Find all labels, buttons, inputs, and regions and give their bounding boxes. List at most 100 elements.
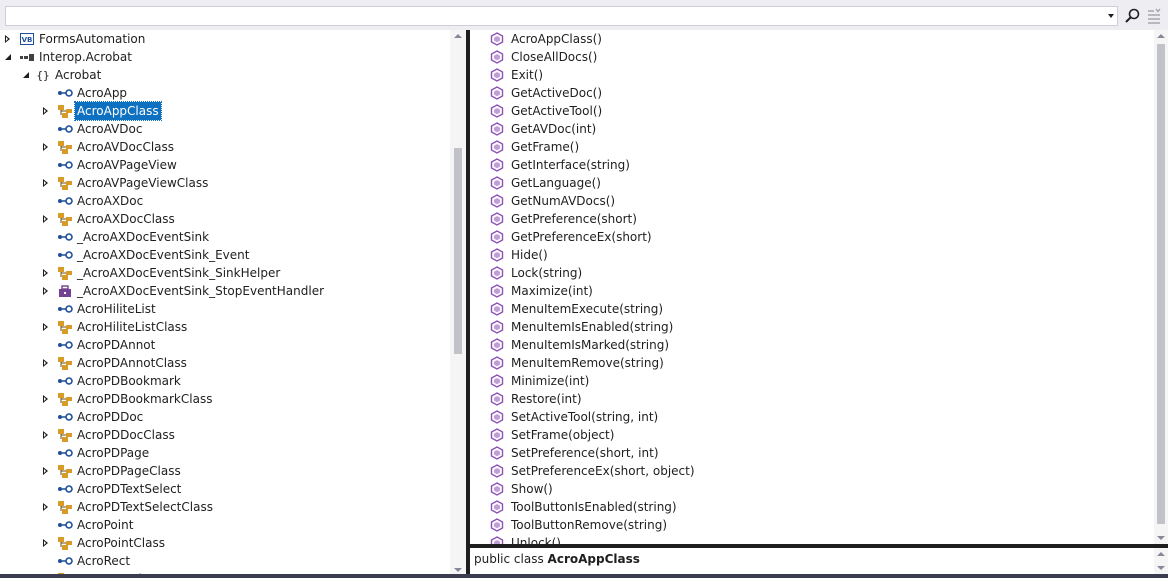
tree-item-acroapp[interactable]: AcroApp: [0, 84, 450, 102]
expand-arrow-icon[interactable]: [2, 30, 14, 48]
tree-item-acroaxdoceventsink-stopeventhandler[interactable]: _AcroAXDocEventSink_StopEventHandler: [0, 282, 450, 300]
scroll-down-icon[interactable]: [1157, 566, 1165, 570]
tree-item-acropdpageclass[interactable]: AcroPDPageClass: [0, 462, 450, 480]
member-menuitemisenabled-string[interactable]: MenuItemIsEnabled(string): [470, 318, 1150, 336]
expand-arrow-icon[interactable]: [40, 462, 52, 480]
tree-item-acropoint[interactable]: AcroPoint: [0, 516, 450, 534]
members-vertical-scrollbar[interactable]: [1154, 30, 1168, 544]
member-label: SetPreference(short, int): [511, 446, 659, 460]
member-toolbuttonremove-string[interactable]: ToolButtonRemove(string): [470, 516, 1150, 534]
tree-item-acropdannot[interactable]: AcroPDAnnot: [0, 336, 450, 354]
member-lock-string[interactable]: Lock(string): [470, 264, 1150, 282]
collapse-arrow-icon[interactable]: [2, 48, 14, 66]
member-exit[interactable]: Exit(): [470, 66, 1150, 84]
member-getnumavdocs[interactable]: GetNumAVDocs(): [470, 192, 1150, 210]
search-combobox[interactable]: [5, 6, 1118, 26]
member-setactivetool-string-int[interactable]: SetActiveTool(string, int): [470, 408, 1150, 426]
tree-item-acropdtextselect[interactable]: AcroPDTextSelect: [0, 480, 450, 498]
member-setframe-object[interactable]: SetFrame(object): [470, 426, 1150, 444]
member-setpreference-short-int[interactable]: SetPreference(short, int): [470, 444, 1150, 462]
scroll-up-icon[interactable]: [454, 34, 462, 38]
member-maximize-int[interactable]: Maximize(int): [470, 282, 1150, 300]
member-menuitemremove-string[interactable]: MenuItemRemove(string): [470, 354, 1150, 372]
member-closealldocs[interactable]: CloseAllDocs(): [470, 48, 1150, 66]
tree-vertical-scrollbar[interactable]: [450, 30, 466, 578]
tree-item-acroaxdoc[interactable]: AcroAXDoc: [0, 192, 450, 210]
expand-arrow-icon[interactable]: [40, 138, 52, 156]
expand-arrow-icon[interactable]: [40, 282, 52, 300]
tree-item-acroappclass[interactable]: AcroAppClass: [0, 101, 450, 121]
objects-tree[interactable]: VB FormsAutomation Interop.Acrobat {} Acroba…: [0, 30, 466, 578]
tree-item-acropdbookmark[interactable]: AcroPDBookmark: [0, 372, 450, 390]
member-acroappclass[interactable]: AcroAppClass(): [470, 30, 1150, 48]
tree-item-acrohilitelistclass[interactable]: AcroHiliteListClass: [0, 318, 450, 336]
expand-arrow-icon[interactable]: [40, 210, 52, 228]
scroll-up-icon[interactable]: [1157, 552, 1165, 556]
member-show[interactable]: Show(): [470, 480, 1150, 498]
member-getpreference-short[interactable]: GetPreference(short): [470, 210, 1150, 228]
tree-item-acropdannotclass[interactable]: AcroPDAnnotClass: [0, 354, 450, 372]
member-setpreferenceex-short-object[interactable]: SetPreferenceEx(short, object): [470, 462, 1150, 480]
expand-arrow-icon[interactable]: [40, 390, 52, 408]
tree-item-acrobat[interactable]: {} Acrobat: [0, 66, 450, 84]
tree-item-acropddoc[interactable]: AcroPDDoc: [0, 408, 450, 426]
class-icon: [57, 427, 73, 443]
member-toolbuttonisenabled-string[interactable]: ToolButtonIsEnabled(string): [470, 498, 1150, 516]
member-minimize-int[interactable]: Minimize(int): [470, 372, 1150, 390]
members-list[interactable]: AcroAppClass() CloseAllDocs() Exit() GetAct…: [470, 30, 1154, 544]
member-getavdoc-int[interactable]: GetAVDoc(int): [470, 120, 1150, 138]
tree-item-acropdbookmarkclass[interactable]: AcroPDBookmarkClass: [0, 390, 450, 408]
scroll-up-icon[interactable]: [1157, 34, 1165, 38]
tree-item-acropdtextselectclass[interactable]: AcroPDTextSelectClass: [0, 498, 450, 516]
search-input[interactable]: [8, 8, 1098, 24]
member-getframe[interactable]: GetFrame(): [470, 138, 1150, 156]
tree-item-acroaxdoceventsink-event[interactable]: _AcroAXDocEventSink_Event: [0, 246, 450, 264]
scroll-thumb[interactable]: [454, 148, 462, 354]
tree-item-acroavpageview[interactable]: AcroAVPageView: [0, 156, 450, 174]
member-getinterface-string[interactable]: GetInterface(string): [470, 156, 1150, 174]
expand-arrow-icon[interactable]: [40, 174, 52, 192]
scroll-thumb[interactable]: [1157, 44, 1165, 524]
method-icon: [490, 464, 504, 478]
tree-item-acropointclass[interactable]: AcroPointClass: [0, 534, 450, 552]
tree-item-acroavpageviewclass[interactable]: AcroAVPageViewClass: [0, 174, 450, 192]
settings-button[interactable]: [1146, 6, 1164, 26]
expand-arrow-icon[interactable]: [40, 264, 52, 282]
tree-item-acrorect[interactable]: AcroRect: [0, 552, 450, 570]
tree-item-acroavdocclass[interactable]: AcroAVDocClass: [0, 138, 450, 156]
member-hide[interactable]: Hide(): [470, 246, 1150, 264]
tree-item-interop-acrobat[interactable]: Interop.Acrobat: [0, 48, 450, 66]
member-getlanguage[interactable]: GetLanguage(): [470, 174, 1150, 192]
tree-item-acroavdoc[interactable]: AcroAVDoc: [0, 120, 450, 138]
member-getactivedoc[interactable]: GetActiveDoc(): [470, 84, 1150, 102]
description-vertical-scrollbar[interactable]: [1154, 548, 1168, 574]
tree-item-acroaxdocclass[interactable]: AcroAXDocClass: [0, 210, 450, 228]
expand-arrow-icon[interactable]: [40, 498, 52, 516]
method-icon: [490, 392, 504, 406]
expand-arrow-icon[interactable]: [40, 426, 52, 444]
expand-arrow-icon[interactable]: [40, 534, 52, 552]
member-getpreferenceex-short[interactable]: GetPreferenceEx(short): [470, 228, 1150, 246]
expand-arrow-icon[interactable]: [40, 354, 52, 372]
tree-item-acrohilitelist[interactable]: AcroHiliteList: [0, 300, 450, 318]
tree-item-acroaxdoceventsink[interactable]: _AcroAXDocEventSink: [0, 228, 450, 246]
chevron-down-icon[interactable]: [1108, 14, 1114, 18]
expand-arrow-icon[interactable]: [40, 102, 52, 120]
scroll-down-icon[interactable]: [1157, 536, 1165, 540]
interface-icon: [57, 337, 73, 353]
expand-arrow-icon[interactable]: [40, 318, 52, 336]
tree-item-acropddocclass[interactable]: AcroPDDocClass: [0, 426, 450, 444]
member-menuitemexecute-string[interactable]: MenuItemExecute(string): [470, 300, 1150, 318]
tree-item-acropdpage[interactable]: AcroPDPage: [0, 444, 450, 462]
tree-item-label: _AcroAXDocEventSink: [77, 230, 210, 244]
member-restore-int[interactable]: Restore(int): [470, 390, 1150, 408]
scroll-down-icon[interactable]: [454, 568, 462, 572]
tree-item-label: AcroPDPageClass: [77, 464, 181, 478]
search-button[interactable]: [1122, 6, 1142, 26]
member-getactivetool[interactable]: GetActiveTool(): [470, 102, 1150, 120]
collapse-arrow-icon[interactable]: [20, 66, 32, 84]
member-menuitemismarked-string[interactable]: MenuItemIsMarked(string): [470, 336, 1150, 354]
tree-item-formsautomation[interactable]: VB FormsAutomation: [0, 30, 450, 48]
member-unlock[interactable]: Unlock(): [470, 534, 1150, 544]
tree-item-acroaxdoceventsink-sinkhelper[interactable]: _AcroAXDocEventSink_SinkHelper: [0, 264, 450, 282]
